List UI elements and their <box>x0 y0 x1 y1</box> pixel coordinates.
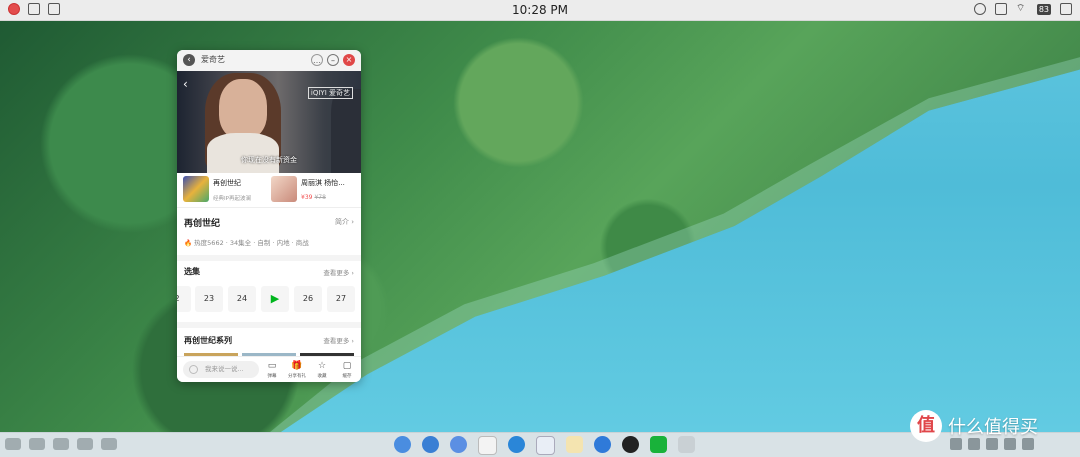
series-more-link[interactable]: 查看更多 › <box>323 335 354 345</box>
episode-list: 2 23 24 ▶ 26 27 <box>177 286 361 312</box>
gift-icon: 🎁 <box>291 361 303 371</box>
fire-icon: 🔥 <box>184 239 193 247</box>
video-subtitle: 你现在没有新资金 <box>241 156 297 164</box>
danmaku-button[interactable]: ▭ 弹幕 <box>259 361 285 379</box>
episode-button[interactable]: 24 <box>228 286 256 312</box>
top-menu-bar: 10:28 PM ⌔ 83 <box>0 0 1080 21</box>
minimize-button[interactable]: – <box>327 54 339 66</box>
video-frame-face <box>219 79 267 139</box>
calendar-icon[interactable] <box>478 436 497 455</box>
launchpad-icon[interactable] <box>422 436 439 453</box>
download-icon: ▢ <box>342 361 352 371</box>
dock-window-icon[interactable] <box>53 438 69 450</box>
promo-price: ¥39 ¥78 <box>301 194 345 201</box>
wallpaper-lake <box>280 69 1080 432</box>
notes-icon[interactable] <box>566 436 583 453</box>
close-button[interactable]: × <box>343 54 355 66</box>
dock-settings-icon[interactable] <box>5 438 21 450</box>
show-meta: 🔥 热度5662 · 34集全 · 自制 · 内地 · 商战 <box>184 237 309 247</box>
promo-title: 周丽淇 杨怡... <box>301 179 345 187</box>
promo-row: 再创世纪 经典IP再起波澜 周丽淇 杨怡... ¥39 ¥78 <box>177 174 361 206</box>
bottom-action-bar: 我来说一说... ▭ 弹幕 🎁 分享有礼 ☆ 收藏 ▢ 缓存 <box>177 356 361 382</box>
danmaku-icon: ▭ <box>267 361 277 371</box>
series-title: 再创世纪系列 <box>184 336 232 345</box>
intro-link[interactable]: 简介 › <box>335 217 354 227</box>
favorite-button[interactable]: ☆ 收藏 <box>309 361 335 379</box>
cache-label: 缓存 <box>342 374 352 379</box>
episode-button[interactable]: 23 <box>195 286 223 312</box>
section-divider <box>177 255 361 261</box>
intro-label: 简介 <box>334 218 349 226</box>
preview-icon[interactable] <box>536 436 555 455</box>
menubar-clock[interactable]: 10:28 PM <box>0 3 1080 17</box>
window-titlebar: ‹ 爱奇艺 … – × <box>177 50 361 72</box>
show-title: 再创世纪 <box>184 219 221 229</box>
trash-icon[interactable] <box>678 436 695 453</box>
comment-icon <box>189 365 198 374</box>
price-original: ¥78 <box>314 194 326 201</box>
browser-icon[interactable] <box>508 436 525 453</box>
watermark: 值 什么值得买 <box>910 410 1038 442</box>
promo-item-show[interactable]: 再创世纪 经典IP再起波澜 <box>183 176 251 202</box>
promo-thumbnail <box>271 176 297 202</box>
iqiyi-app-window: ‹ 爱奇艺 … – × ‹ iQIYI 爱奇艺 你现在没有新资金 再创世纪 经典… <box>177 50 361 382</box>
iqiyi-dock-icon[interactable] <box>650 436 667 453</box>
cache-button[interactable]: ▢ 缓存 <box>334 361 360 379</box>
video-player[interactable]: ‹ iQIYI 爱奇艺 你现在没有新资金 <box>177 71 361 173</box>
danmaku-label: 弹幕 <box>267 374 277 379</box>
promo-thumbnail <box>183 176 209 202</box>
qq-icon[interactable] <box>622 436 639 453</box>
dock-record-icon[interactable] <box>101 438 117 450</box>
battery-indicator[interactable]: 83 <box>1036 3 1051 15</box>
watermark-badge: 值 <box>910 410 942 442</box>
back-icon[interactable]: ‹ <box>183 54 195 66</box>
video-back-icon[interactable]: ‹ <box>183 77 188 91</box>
desktop-wallpaper <box>0 20 1080 432</box>
episodes-title: 选集 <box>184 267 200 276</box>
share-gift-button[interactable]: 🎁 分享有礼 <box>284 361 310 379</box>
promo-title: 再创世纪 <box>213 179 241 187</box>
watermark-text: 什么值得买 <box>948 417 1038 438</box>
favorite-label: 收藏 <box>317 374 327 379</box>
promo-subtitle: 经典IP再起波澜 <box>213 196 251 202</box>
promo-item-product[interactable]: 周丽淇 杨怡... ¥39 ¥78 <box>271 176 345 202</box>
series-more-label: 查看更多 <box>323 337 350 345</box>
episode-button[interactable]: 26 <box>294 286 322 312</box>
dock-search-icon[interactable] <box>29 438 45 450</box>
episodes-more-label: 查看更多 <box>323 269 350 277</box>
share-gift-label: 分享有礼 <box>288 374 306 379</box>
section-divider <box>177 322 361 328</box>
show-meta-text: 热度5662 · 34集全 · 自制 · 内地 · 商战 <box>194 239 309 247</box>
price-current: ¥39 <box>301 194 313 201</box>
notification-icon[interactable] <box>994 3 1007 15</box>
app-title: 爱奇艺 <box>201 55 225 64</box>
wifi-icon[interactable]: ⌔ <box>1016 3 1028 15</box>
messages-icon[interactable] <box>594 436 611 453</box>
control-center-icon[interactable] <box>1060 3 1072 15</box>
divider <box>177 207 361 208</box>
episode-playing-button[interactable]: ▶ <box>261 286 289 312</box>
more-button[interactable]: … <box>311 54 323 66</box>
app-store-icon[interactable] <box>450 436 467 453</box>
dock-switch-icon[interactable] <box>77 438 93 450</box>
iqiyi-logo: iQIYI 爱奇艺 <box>307 87 353 99</box>
episodes-more-link[interactable]: 查看更多 › <box>323 267 354 277</box>
episode-button[interactable]: 27 <box>327 286 355 312</box>
finder-icon[interactable] <box>394 436 411 453</box>
star-icon: ☆ <box>317 361 327 371</box>
search-icon[interactable] <box>973 3 986 15</box>
episode-button[interactable]: 2 <box>177 286 191 312</box>
video-frame-scarf <box>207 133 279 173</box>
